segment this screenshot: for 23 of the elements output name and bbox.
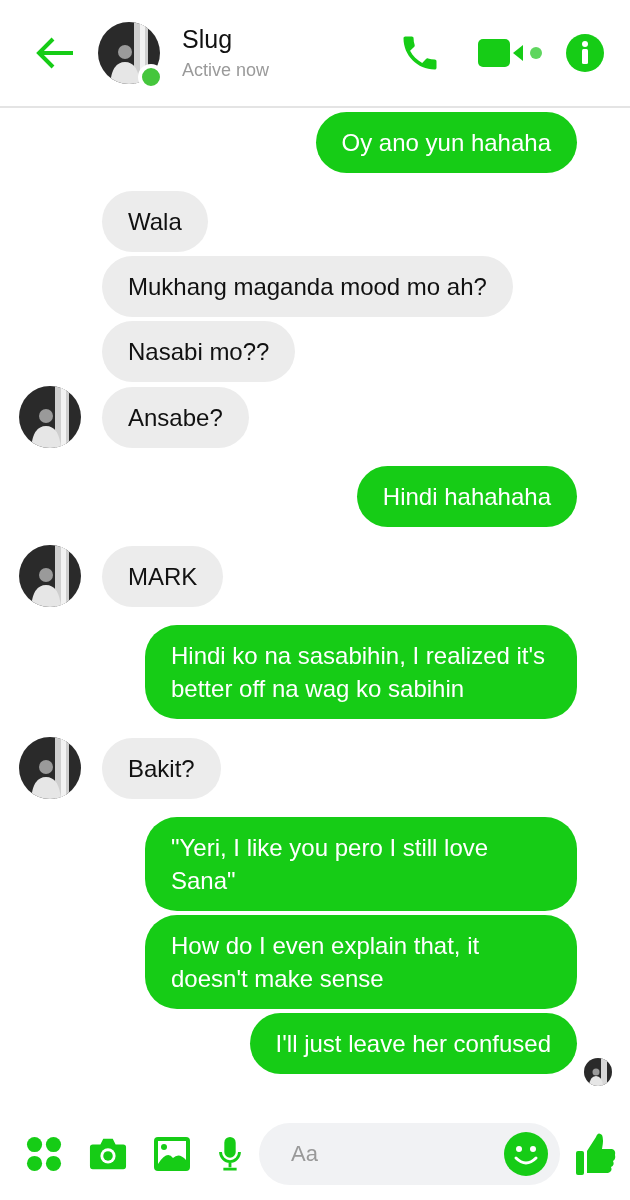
thumbs-up-icon[interactable]: [576, 1131, 616, 1177]
back-arrow-icon[interactable]: [35, 36, 75, 70]
message-bubble: Wala: [102, 191, 208, 252]
active-status: Active now: [182, 60, 271, 81]
message-bubble: Ansabe?: [102, 387, 249, 448]
microphone-icon[interactable]: [217, 1136, 243, 1172]
message-input-field[interactable]: Aa: [259, 1123, 560, 1185]
apps-icon[interactable]: [25, 1136, 63, 1172]
contact-name: Slug: [182, 25, 234, 54]
message-bubble: Oy ano yun hahaha: [315, 112, 577, 173]
message-bubble: Mukhang maganda mood mo ah?: [102, 256, 513, 317]
camera-icon[interactable]: [89, 1136, 127, 1172]
message-bubble: I'll just leave her confused: [249, 1013, 577, 1074]
message-bubble: MARK: [102, 546, 224, 607]
info-icon[interactable]: [566, 34, 604, 72]
message-bubble: Nasabi mo??: [102, 321, 296, 382]
message-bubble: Hindi ko na sasabihin, I realized it's better off na wag ko sabihin: [145, 625, 577, 719]
message-bubble: "Yeri, I like you pero I still love Sana": [145, 817, 577, 911]
message-bubble: Hindi hahahaha: [356, 466, 577, 527]
image-icon[interactable]: [153, 1136, 191, 1172]
message-bubble: Bakit?: [102, 738, 221, 799]
message-bubble: How do I even explain that, it doesn't make sense: [145, 915, 577, 1009]
smiley-icon[interactable]: [504, 1132, 548, 1176]
